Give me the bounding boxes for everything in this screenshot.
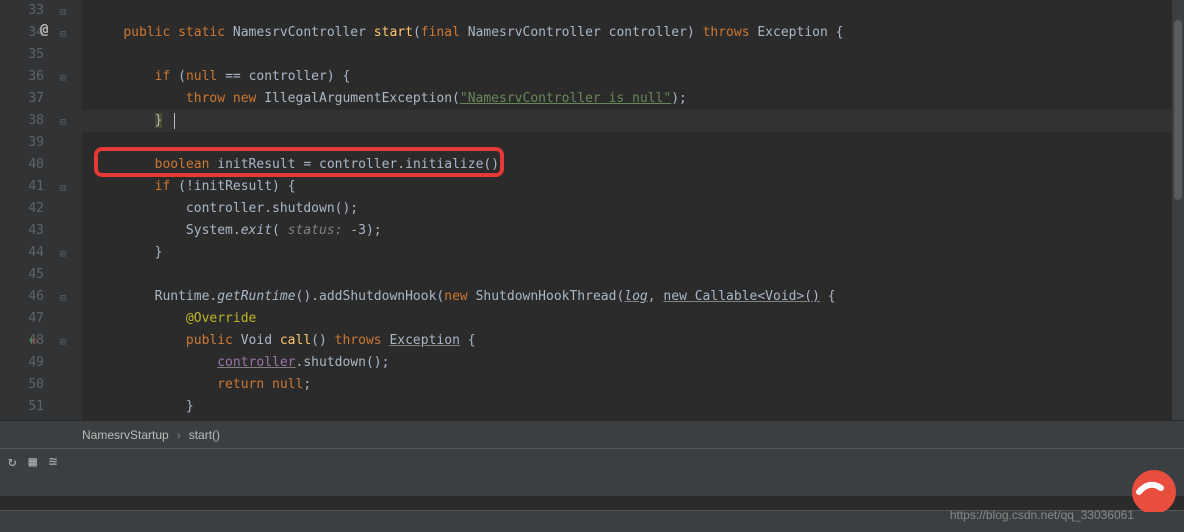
line-number: 37 bbox=[0, 88, 44, 110]
breadcrumb-item[interactable]: start() bbox=[189, 428, 220, 442]
fold-column: ⊟ ⊟ ⊟ ⊟ ⊟ ⊟ ⊟ ⊟ bbox=[52, 0, 82, 420]
fold-end-icon[interactable]: ⊟ bbox=[57, 248, 69, 260]
line-number: 34 bbox=[0, 22, 44, 44]
line-number: 36 bbox=[0, 66, 44, 88]
fold-region-icon[interactable]: ⊟ bbox=[57, 6, 69, 18]
code-line[interactable]: controller.shutdown(); bbox=[92, 198, 1184, 220]
code-line[interactable] bbox=[92, 132, 1184, 154]
line-number: 47 bbox=[0, 308, 44, 330]
fold-collapse-icon[interactable]: ⊟ bbox=[57, 28, 69, 40]
line-number: 41 bbox=[0, 176, 44, 198]
code-line[interactable] bbox=[92, 264, 1184, 286]
fold-collapse-icon[interactable]: ⊟ bbox=[57, 72, 69, 84]
breadcrumb-bar: NamesrvStartup › start() bbox=[0, 420, 1184, 448]
at-gutter-icon[interactable]: @ bbox=[40, 22, 48, 38]
code-line[interactable]: } bbox=[92, 242, 1184, 264]
line-number: 46 bbox=[0, 286, 44, 308]
code-line[interactable]: controller.shutdown(); bbox=[92, 352, 1184, 374]
watermark-text: https://blog.csdn.net/qq_33036061 bbox=[950, 508, 1134, 522]
line-number: 38 bbox=[0, 110, 44, 132]
line-number: 39 bbox=[0, 132, 44, 154]
code-line[interactable] bbox=[92, 0, 1184, 22]
tool-window-bar: ↻ ▦ ≊ bbox=[0, 448, 1184, 496]
code-line[interactable]: if (!initResult) { bbox=[92, 176, 1184, 198]
code-line[interactable] bbox=[92, 44, 1184, 66]
code-line[interactable]: @Override bbox=[92, 308, 1184, 330]
fold-collapse-icon[interactable]: ⊟ bbox=[57, 182, 69, 194]
line-number: 49 bbox=[0, 352, 44, 374]
line-number: 40 bbox=[0, 154, 44, 176]
code-editor[interactable]: public static NamesrvController start(fi… bbox=[82, 0, 1184, 420]
line-number: 42 bbox=[0, 198, 44, 220]
refresh-icon[interactable]: ↻ bbox=[8, 454, 16, 470]
breadcrumb-item[interactable]: NamesrvStartup bbox=[82, 428, 169, 442]
code-line[interactable]: } bbox=[92, 396, 1184, 418]
editor-container: 33 34 35 36 37 38 39 40 41 42 43 44 45 4… bbox=[0, 0, 1184, 420]
text-caret bbox=[174, 113, 175, 129]
code-line[interactable]: public static NamesrvController start(fi… bbox=[92, 22, 1184, 44]
line-number: 45 bbox=[0, 264, 44, 286]
line-number: 33 bbox=[0, 0, 44, 22]
code-line[interactable]: if (null == controller) { bbox=[92, 66, 1184, 88]
filter-icon[interactable]: ≊ bbox=[49, 454, 57, 470]
line-number: 51 bbox=[0, 396, 44, 418]
code-line[interactable]: System.exit( status: -3); bbox=[92, 220, 1184, 242]
line-number: 43 bbox=[0, 220, 44, 242]
code-line[interactable]: } bbox=[92, 110, 1184, 132]
code-line[interactable]: Runtime.getRuntime().addShutdownHook(new… bbox=[92, 286, 1184, 308]
line-number: 35 bbox=[0, 44, 44, 66]
code-line[interactable]: return null; bbox=[92, 374, 1184, 396]
line-gutter: 33 34 35 36 37 38 39 40 41 42 43 44 45 4… bbox=[0, 0, 52, 420]
override-up-icon[interactable]: ↑○ bbox=[28, 334, 37, 347]
chevron-right-icon: › bbox=[177, 428, 181, 442]
code-line[interactable]: public Void call() throws Exception { bbox=[92, 330, 1184, 352]
line-number: 50 bbox=[0, 374, 44, 396]
line-number: 44 bbox=[0, 242, 44, 264]
grid-icon[interactable]: ▦ bbox=[28, 454, 36, 470]
code-line[interactable]: throw new IllegalArgumentException("Name… bbox=[92, 88, 1184, 110]
fold-end-icon[interactable]: ⊟ bbox=[57, 116, 69, 128]
fold-collapse-icon[interactable]: ⊟ bbox=[57, 336, 69, 348]
fold-collapse-icon[interactable]: ⊟ bbox=[57, 292, 69, 304]
code-line[interactable]: boolean initResult = controller.initiali… bbox=[92, 154, 1184, 176]
csdn-badge-icon bbox=[1119, 462, 1179, 512]
